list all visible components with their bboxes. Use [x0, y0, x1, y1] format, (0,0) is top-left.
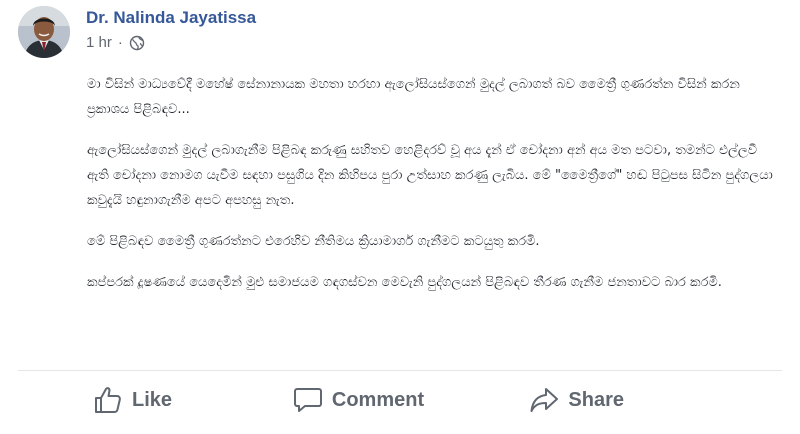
- avatar[interactable]: [18, 6, 70, 58]
- post-paragraph: කප්පරක් දූෂණයේ යෙදෙමින් මුළු සමාජයම ගඳගස…: [87, 275, 722, 290]
- facebook-post: Dr. Nalinda Jayatissa 1 hr · මා විසින් ම…: [0, 0, 800, 434]
- share-label: Share: [568, 388, 624, 411]
- share-button[interactable]: Share: [447, 384, 782, 416]
- share-arrow-icon: [528, 384, 560, 416]
- post-paragraph: මේ පිළිබඳව මෛත්‍රී ගුණරත්නට එරෙහිව නීතිම…: [87, 234, 540, 249]
- like-label: Like: [132, 388, 173, 411]
- meta-separator: ·: [117, 34, 123, 51]
- post-timestamp[interactable]: 1 hr: [86, 34, 112, 51]
- comment-label: Comment: [331, 388, 425, 411]
- like-button[interactable]: Like: [18, 384, 269, 416]
- post-body: මා විසින් මාධ්‍යවේදී මහේෂ් සේනානායක මහතා…: [87, 72, 777, 311]
- comment-button[interactable]: Comment: [269, 384, 446, 416]
- post-paragraph: ඇලෝසියස්ගෙන් මුදල් ලබාගැනීම පිළිබඳ කරුණු…: [87, 143, 773, 208]
- author-name[interactable]: Dr. Nalinda Jayatissa: [86, 8, 256, 28]
- action-bar: Like Comment Share: [18, 372, 782, 428]
- thumbs-up-icon: [92, 384, 124, 416]
- comment-icon: [292, 384, 324, 416]
- action-divider: [18, 370, 782, 371]
- globe-icon[interactable]: [129, 35, 145, 51]
- post-meta: 1 hr ·: [86, 34, 145, 51]
- profile-photo: [18, 6, 70, 58]
- post-paragraph: මා විසින් මාධ්‍යවේදී මහේෂ් සේනානායක මහතා…: [87, 77, 740, 117]
